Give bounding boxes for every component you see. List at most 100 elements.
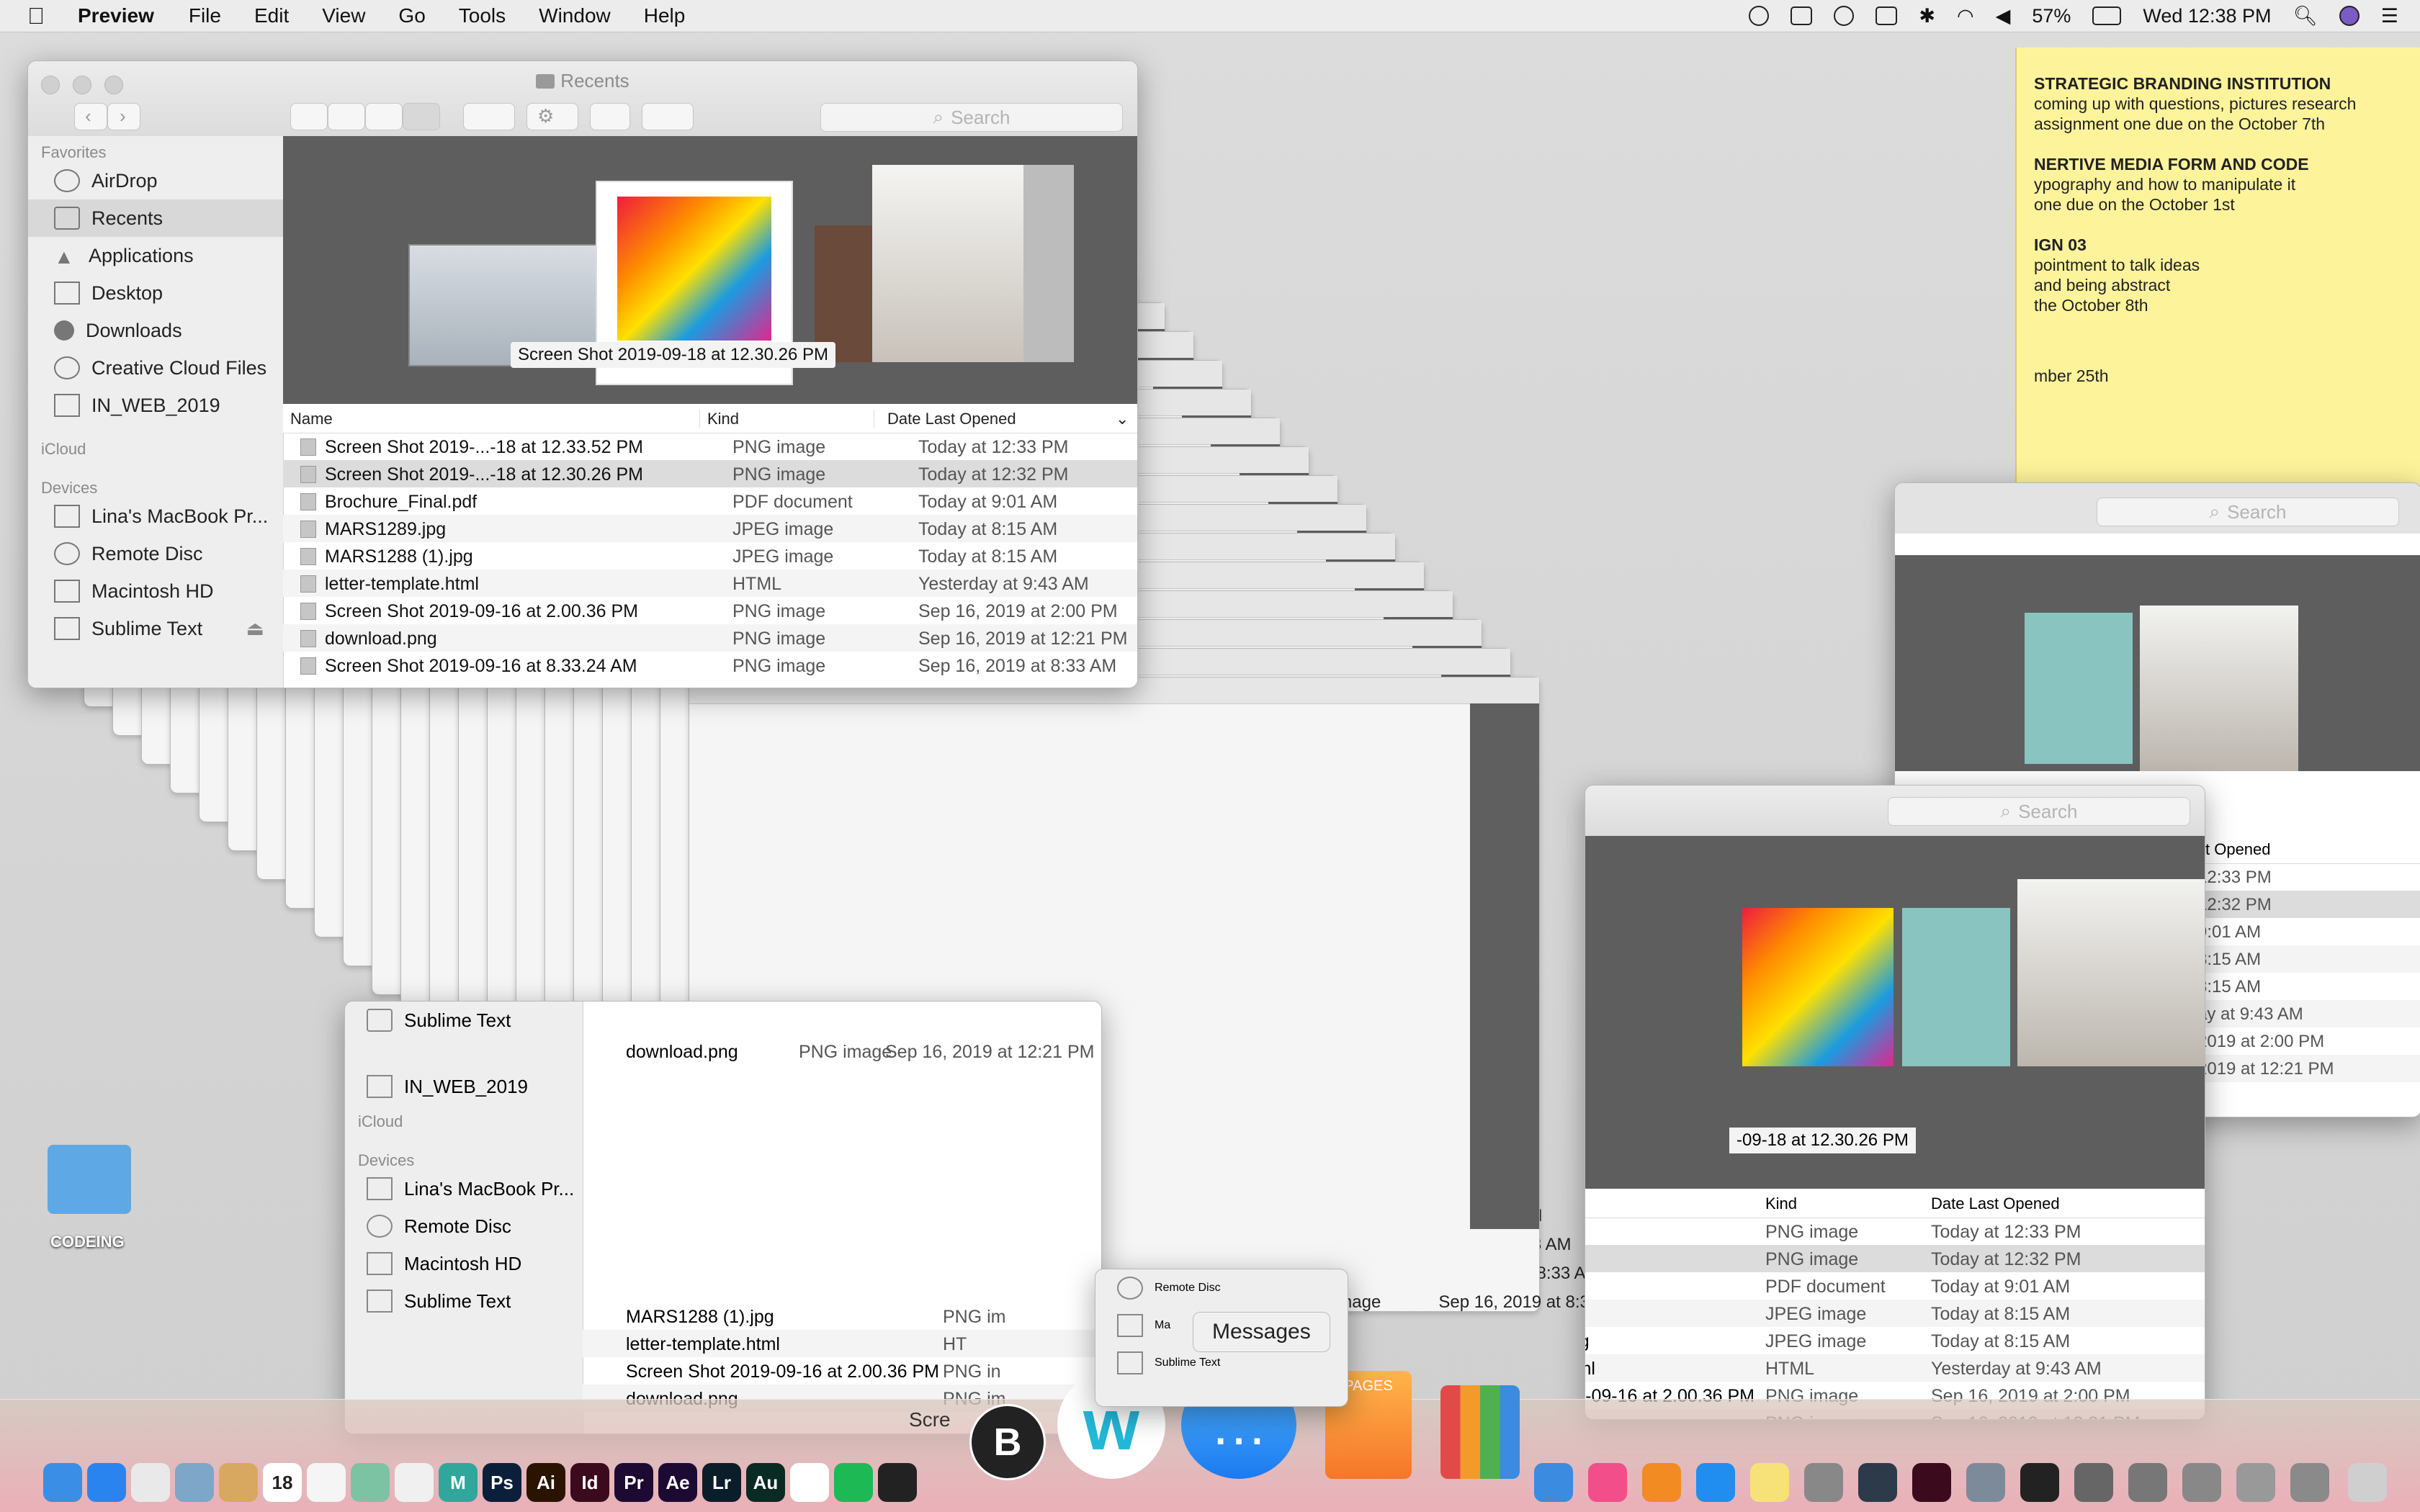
table-row[interactable]: HTML Yesterday at 9:43 AM letter-template.…	[1585, 1354, 2205, 1382]
paint-thumbnail[interactable]	[1742, 908, 1894, 1066]
action-gear-button[interactable]: ⚙	[526, 103, 578, 130]
table-row[interactable]: MARS1288 (1).jpg PNG im	[583, 1302, 1101, 1330]
table-row[interactable]: MARS1288 (1).jpg JPEG image Today at 8:15 …	[283, 542, 1137, 570]
tags-button[interactable]	[642, 103, 694, 130]
menu-tools[interactable]: Tools	[459, 4, 506, 27]
table-row[interactable]: letter-template.html HTML Yesterday at 9:4…	[283, 570, 1137, 597]
quicktime-icon[interactable]	[1858, 1463, 1897, 1502]
creative-cloud-icon[interactable]	[1834, 6, 1855, 26]
notes-icon[interactable]	[219, 1463, 258, 1502]
stickies-icon[interactable]	[1750, 1463, 1789, 1502]
finder-window-main[interactable]: Recents ‹ › ⚙ ⌕ Search Favorites AirDrop…	[27, 60, 1138, 688]
table-row[interactable]: Screen Shot 2019-...-18 at 12.30.26 PM PN…	[283, 460, 1137, 487]
table-row[interactable]: PNG image Today at 12:33 PM	[1585, 1218, 2205, 1245]
search-field[interactable]: ⌕ Search	[2097, 498, 2399, 526]
sidebar-item-sublime-text[interactable]: Sublime Text ⏏	[28, 610, 283, 647]
chrome-icon[interactable]	[131, 1463, 170, 1502]
maya-icon[interactable]: M	[439, 1463, 478, 1502]
table-row[interactable]: MARS1289.jpg JPEG image Today at 8:15 AM	[283, 515, 1137, 542]
forward-button[interactable]: ›	[107, 103, 140, 130]
adobe-status-icon[interactable]	[1749, 6, 1770, 26]
safari-icon[interactable]	[87, 1463, 126, 1502]
minimized-window-icon[interactable]	[2236, 1463, 2275, 1502]
eject-icon[interactable]: ⏏	[246, 618, 264, 640]
spotlight-search-icon[interactable]: 🔍︎	[2293, 4, 2318, 27]
indesign-icon[interactable]	[1912, 1463, 1951, 1502]
image-capture-icon[interactable]	[1966, 1463, 2005, 1502]
photo-thumbnail[interactable]	[2140, 606, 2298, 771]
minimized-window-icon[interactable]	[2182, 1463, 2221, 1502]
system-prefs-icon[interactable]	[1804, 1463, 1843, 1502]
photo-thumbnail-edge[interactable]	[1023, 165, 1074, 362]
sidebar-item-recents[interactable]: Recents	[28, 199, 283, 237]
column-date[interactable]: Date Last Opened	[1931, 1194, 2060, 1213]
screen-status-icon[interactable]	[1791, 6, 1813, 25]
apple-menu-icon[interactable]: 	[27, 4, 49, 27]
sidebar-item-creative-cloud[interactable]: Creative Cloud Files	[28, 349, 283, 387]
github-icon[interactable]	[878, 1463, 917, 1502]
battery-percent[interactable]: 57%	[2032, 5, 2071, 27]
table-row[interactable]: Screen Shot 2019-09-16 at 2.00.36 PM PNG …	[283, 597, 1137, 624]
menu-help[interactable]: Help	[644, 4, 686, 27]
premiere-icon[interactable]: Pr	[614, 1463, 653, 1502]
sidebar-item-desktop[interactable]: Desktop	[28, 274, 283, 312]
sidebar-item-downloads[interactable]: Downloads	[28, 312, 283, 349]
maps-icon[interactable]	[351, 1463, 390, 1502]
photoshop-icon[interactable]: Ps	[483, 1463, 521, 1502]
table-row[interactable]: letter-template.html HT	[583, 1330, 1101, 1357]
table-row[interactable]: PDF document Today at 9:01 AM	[1585, 1272, 2205, 1300]
gallery-view-button[interactable]	[403, 103, 440, 130]
sticky-note[interactable]: STRATEGIC BRANDING INSTITUTION coming up…	[2015, 48, 2420, 494]
minimized-window-icon[interactable]	[2290, 1463, 2329, 1502]
itunes-icon[interactable]	[1588, 1463, 1627, 1502]
table-row[interactable]: download.png PNG image Sep 16, 2019 at 1…	[583, 1038, 1101, 1065]
wifi-icon[interactable]: ◠	[1957, 5, 1974, 27]
sidebar-item-applications[interactable]: ▲ Applications	[28, 237, 283, 274]
menu-file[interactable]: File	[189, 4, 221, 27]
preview-icon[interactable]	[175, 1463, 214, 1502]
clock[interactable]: Wed 12:38 PM	[2143, 5, 2271, 27]
menu-go[interactable]: Go	[398, 4, 425, 27]
siri-icon[interactable]	[2339, 6, 2360, 26]
slack-icon[interactable]	[790, 1463, 829, 1502]
icon-view-button[interactable]	[290, 103, 328, 130]
finder-window-right[interactable]: ⌕ Search -09-18 at 12.30.26 PM Kind Date…	[1585, 785, 2205, 1420]
minimized-window-icon[interactable]	[2074, 1463, 2113, 1502]
lightroom-icon[interactable]: Lr	[702, 1463, 741, 1502]
illustrator-icon[interactable]: Ai	[526, 1463, 565, 1502]
minimized-window-icon[interactable]	[2128, 1463, 2167, 1502]
spotify-icon[interactable]	[834, 1463, 873, 1502]
sidebar-item-sublime[interactable]: Sublime Text	[345, 1002, 583, 1039]
table-row[interactable]: Brochure_Final.pdf PDF document Today at 9…	[283, 487, 1137, 515]
column-view-button[interactable]	[365, 103, 403, 130]
sidebar-item-airdrop[interactable]: AirDrop	[28, 162, 283, 199]
sidebar-item-remote-disc[interactable]: Remote Disc	[28, 535, 283, 572]
column-kind[interactable]: Kind	[699, 410, 739, 428]
sidebar-item-macintosh-hd[interactable]: Macintosh HD	[28, 572, 283, 610]
back-button[interactable]: ‹	[74, 103, 107, 130]
airplay-icon[interactable]	[1876, 6, 1898, 25]
finder-window-lower[interactable]: Sublime Text IN_WEB_2019 iCloud Devices …	[344, 1001, 1102, 1434]
brochure-thumbnail[interactable]	[1902, 908, 2010, 1066]
app-store-icon[interactable]	[1696, 1463, 1735, 1502]
sidebar-item-macintosh-hd[interactable]: Macintosh HD	[345, 1245, 583, 1282]
menu-view[interactable]: View	[322, 4, 365, 27]
numbers-icon[interactable]	[1440, 1385, 1520, 1479]
sidebar-item-remote-disc[interactable]: Remote Disc	[1095, 1269, 1348, 1307]
sidebar-item-macbook[interactable]: Lina's MacBook Pr...	[345, 1170, 583, 1207]
sidebar-item-sublime-text[interactable]: Sublime Text	[345, 1282, 583, 1320]
desktop-folder-label[interactable]: CODEING	[50, 1233, 125, 1251]
group-button[interactable]	[463, 103, 515, 130]
menu-app-name[interactable]: Preview	[78, 4, 154, 27]
indesign-icon[interactable]: Id	[570, 1463, 609, 1502]
column-date[interactable]: Date Last Opened	[874, 410, 1016, 428]
column-kind[interactable]: Kind	[1765, 1194, 1797, 1213]
notification-center-icon[interactable]: ☰	[2381, 5, 2398, 27]
table-row[interactable]: download.png PNG image Sep 16, 2019 at 12:…	[283, 624, 1137, 652]
menu-edit[interactable]: Edit	[254, 4, 289, 27]
list-view-button[interactable]	[328, 103, 365, 130]
trash-icon[interactable]	[2348, 1463, 2387, 1502]
column-name[interactable]: Name	[290, 410, 333, 428]
photo-thumbnail[interactable]	[872, 165, 1023, 362]
chevron-down-icon[interactable]: ⌄	[1116, 410, 1129, 428]
